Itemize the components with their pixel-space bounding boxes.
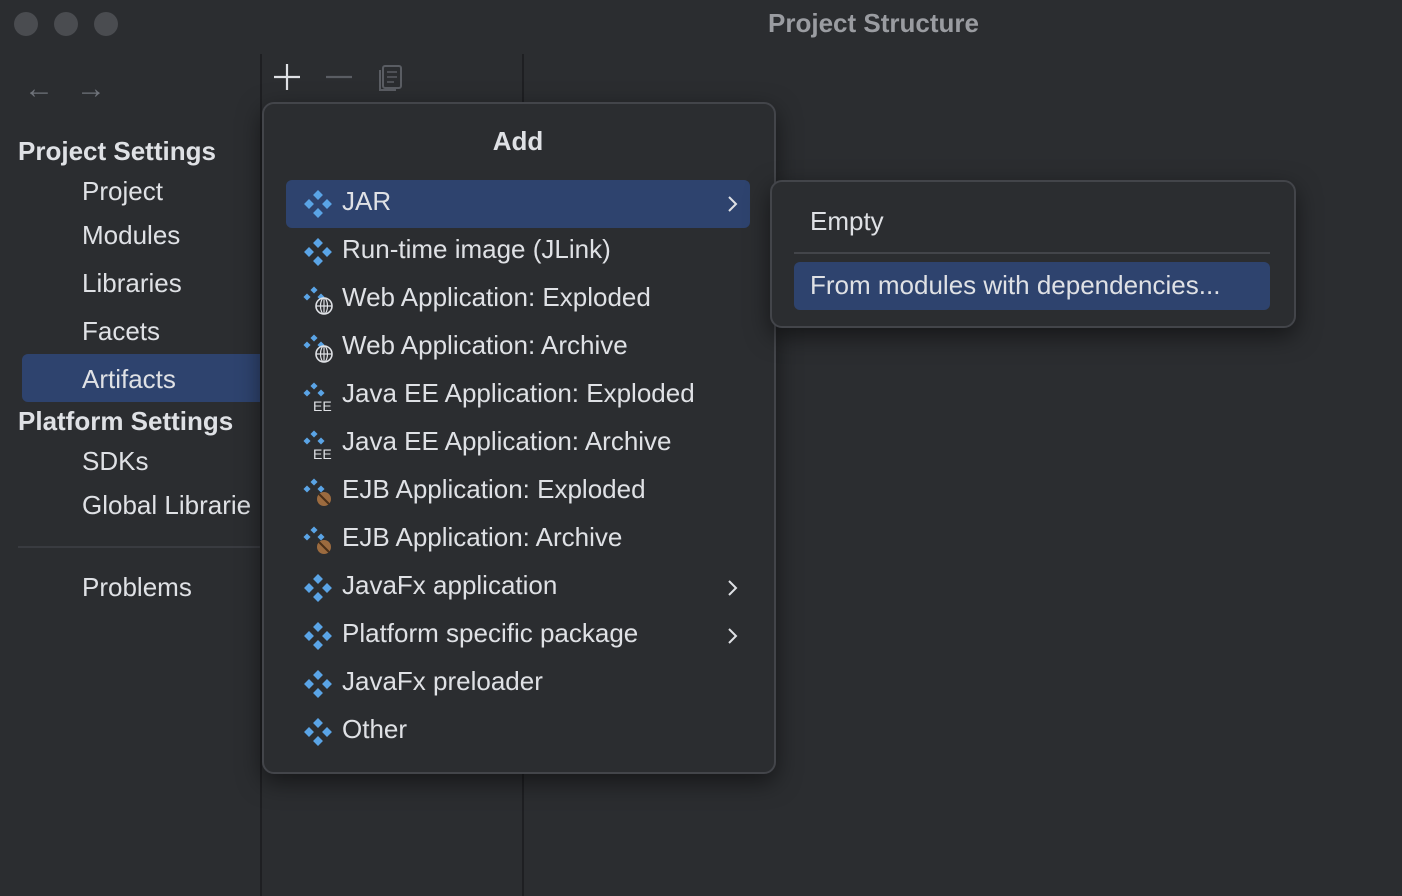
menu-item-label: Web Application: Exploded: [342, 282, 651, 312]
artifact-icon: [304, 622, 332, 650]
artifact-icon: [304, 574, 332, 602]
artifact-icon: [304, 670, 332, 698]
sidebar-item-sdks[interactable]: SDKs: [82, 446, 148, 477]
submenu-item-label: From modules with dependencies...: [810, 270, 1221, 300]
chevron-right-icon: [728, 196, 738, 212]
menu-item-javafx-application[interactable]: JavaFx application: [286, 564, 750, 612]
ejb-artifact-icon: [303, 526, 331, 554]
submenu-item-empty[interactable]: Empty: [794, 198, 1270, 246]
platform-settings-header: Platform Settings: [18, 406, 234, 436]
title-bar: Project Structure: [0, 0, 1402, 48]
artifact-icon: [304, 718, 332, 746]
menu-item-label: EJB Application: Exploded: [342, 474, 646, 504]
web-artifact-icon: [303, 334, 333, 363]
minus-icon[interactable]: [322, 60, 356, 94]
menu-item-label: Java EE Application: Exploded: [342, 378, 695, 408]
javaee-artifact-icon: EE: [303, 430, 332, 460]
web-artifact-icon: [303, 286, 333, 315]
menu-item-platform-specific-package[interactable]: Platform specific package: [286, 612, 750, 660]
svg-text:EE: EE: [313, 398, 332, 412]
plus-icon[interactable]: [270, 60, 304, 94]
menu-item-label: Run-time image (JLink): [342, 234, 611, 264]
menu-item-label: JavaFx application: [342, 570, 558, 600]
menu-item-web-application-archive[interactable]: Web Application: Archive: [286, 324, 750, 372]
sidebar-item-problems[interactable]: Problems: [82, 572, 192, 603]
project-settings-header: Project Settings: [18, 136, 216, 166]
window-title: Project Structure: [768, 8, 979, 38]
menu-item-label: Java EE Application: Archive: [342, 426, 672, 456]
menu-item-label: Web Application: Archive: [342, 330, 628, 360]
javaee-artifact-icon: EE: [303, 382, 332, 412]
svg-text:EE: EE: [313, 446, 332, 460]
sidebar-item-global-libraries[interactable]: Global Librarie: [82, 490, 260, 521]
menu-item-java-ee-application-archive[interactable]: EE Java EE Application: Archive: [286, 420, 750, 468]
menu-item-jar[interactable]: JAR: [286, 180, 750, 228]
copy-icon[interactable]: [374, 60, 408, 94]
menu-item-label: JAR: [342, 186, 392, 216]
sidebar-item-modules[interactable]: Modules: [82, 220, 180, 251]
menu-item-label: JavaFx preloader: [342, 666, 543, 696]
artifact-icon: [304, 238, 332, 266]
sidebar-item-facets[interactable]: Facets: [82, 316, 160, 347]
menu-item-javafx-preloader[interactable]: JavaFx preloader: [286, 660, 750, 708]
menu-item-ejb-application-archive[interactable]: EJB Application: Archive: [286, 516, 750, 564]
submenu-separator: [794, 252, 1270, 254]
submenu-item-from-modules[interactable]: From modules with dependencies...: [794, 262, 1270, 310]
menu-item-java-ee-application-exploded[interactable]: EE Java EE Application: Exploded: [286, 372, 750, 420]
menu-item-other[interactable]: Other: [286, 708, 750, 756]
sidebar-item-libraries[interactable]: Libraries: [82, 268, 182, 299]
artifact-icon: [304, 190, 332, 218]
sidebar-separator: [18, 546, 262, 548]
menu-item-run-time-image-jlink[interactable]: Run-time image (JLink): [286, 228, 750, 276]
menu-item-label: Other: [342, 714, 408, 744]
sidebar-item-artifacts[interactable]: Artifacts: [82, 364, 176, 395]
add-popup-title: Add: [492, 126, 544, 156]
menu-item-label: EJB Application: Archive: [342, 522, 623, 552]
submenu-item-label: Empty: [810, 206, 884, 236]
ejb-artifact-icon: [303, 478, 331, 506]
chevron-right-icon: [728, 628, 738, 644]
forward-arrow-icon[interactable]: →: [76, 74, 106, 104]
sidebar-item-project[interactable]: Project: [82, 176, 163, 207]
menu-item-label: Platform specific package: [342, 618, 639, 648]
menu-item-ejb-application-exploded[interactable]: EJB Application: Exploded: [286, 468, 750, 516]
menu-item-web-application-exploded[interactable]: Web Application: Exploded: [286, 276, 750, 324]
back-arrow-icon[interactable]: ←: [24, 74, 54, 104]
chevron-right-icon: [728, 580, 738, 596]
